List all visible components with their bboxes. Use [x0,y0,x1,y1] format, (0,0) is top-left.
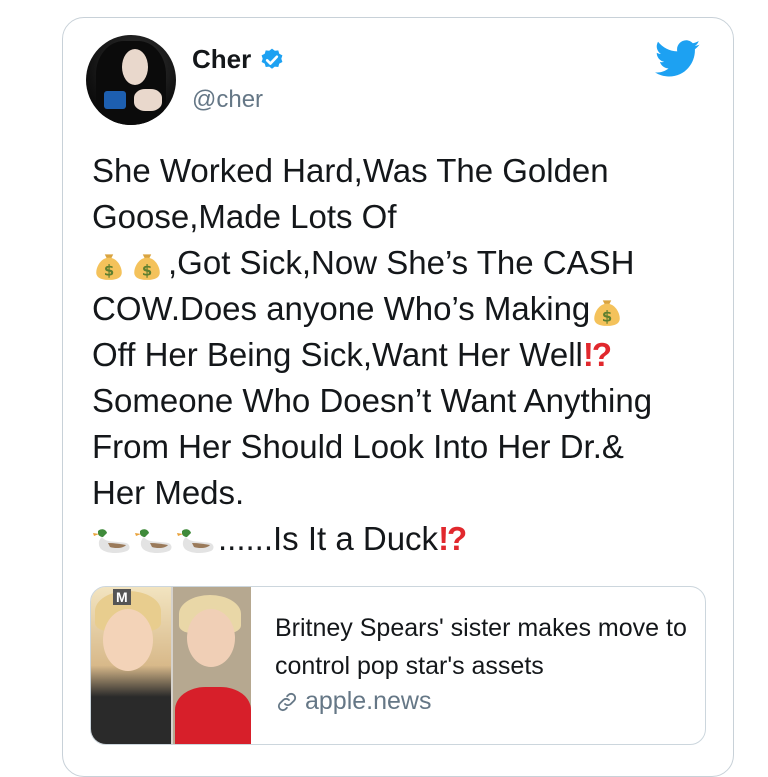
exclamation-question-mark-emoji: !? [438,520,467,557]
duck-emoji [135,529,172,554]
tweet-line-with-emoji: COW.Does anyone Who’s Making $ [92,286,702,332]
link-domain-row[interactable]: apple.news [275,687,431,716]
twitter-bird-icon[interactable] [655,40,701,78]
tweet-line-with-emoji: $ $ ,Got Sick,Now She’s The CASH [92,240,702,286]
author-row: Cher [192,44,285,75]
link-preview-card[interactable]: M Britney Spears' sister makes move to c… [90,586,706,745]
link-icon [277,692,297,711]
tweet-line-with-emoji: ......Is It a Duck!? [92,516,702,562]
money-bag-emoji: $ [134,254,160,281]
link-domain: apple.news [305,687,432,715]
tweet-line: She Worked Hard,Was The Golden [92,152,609,189]
link-title[interactable]: Britney Spears' sister makes move to con… [275,609,695,685]
avatar[interactable] [86,35,176,125]
svg-text:$: $ [142,262,152,280]
tweet-line-with-emoji: Off Her Being Sick,Want Her Well!? [92,336,612,373]
svg-text:$: $ [602,308,612,326]
tweet-line: Goose,Made Lots Of [92,198,397,235]
link-thumbnail: M [91,587,251,744]
author-handle[interactable]: @cher [192,86,263,114]
tweet-line: Someone Who Doesn’t Want Anything [92,382,653,419]
verified-badge-icon [261,48,283,69]
exclamation-question-mark-emoji: !? [582,336,612,373]
tweet-text: She Worked Hard,Was The Golden Goose,Mad… [92,148,702,562]
svg-text:$: $ [104,262,114,280]
duck-emoji [177,529,214,554]
author-name[interactable]: Cher [192,44,251,75]
tweet-line: Her Meds. [92,474,245,511]
money-bag-emoji: $ [594,300,621,327]
tweet-line: From Her Should Look Into Her Dr.& [92,428,624,465]
money-bag-emoji: $ [96,254,122,281]
thumbnail-logo: M [113,589,131,605]
duck-emoji [93,529,130,554]
